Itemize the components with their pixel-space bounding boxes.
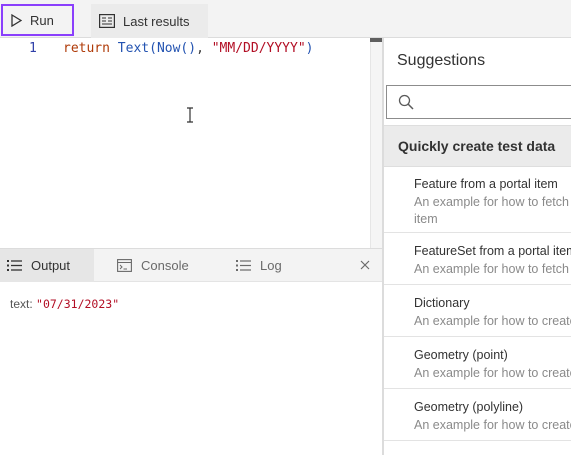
suggestion-item-desc: An example for how to create [414,418,571,432]
suggestion-group-header[interactable]: Quickly create test data [384,125,571,167]
suggestion-item-desc: An example for how to fetch [414,195,569,209]
code-keyword: return [63,41,110,56]
output-content: text: "07/31/2023" [0,282,382,455]
suggestions-title: Suggestions [397,52,486,69]
suggestions-search-input[interactable] [386,85,571,119]
toolbar: Run Last results [0,0,571,38]
tab-log[interactable]: Log [236,249,282,282]
code-function-text: Text [117,41,150,56]
suggestion-item-title: Dictionary [414,296,470,310]
tab-console[interactable]: Console [117,249,189,282]
tab-output-label: Output [31,258,71,273]
results-icon [99,14,115,28]
output-value: "07/31/2023" [36,297,120,311]
suggestion-item-desc-2: item [414,212,438,226]
text-cursor-icon [187,107,193,123]
code-function-now: Now [156,41,181,56]
suggestion-item[interactable]: FeatureSet from a portal item An example… [384,233,571,285]
suggestion-item[interactable]: Dictionary An example for how to create [384,285,571,337]
suggestion-item-title: Feature from a portal item [414,177,558,191]
log-list-icon [236,260,251,271]
tab-output[interactable]: Output [0,249,94,282]
suggestion-item-title: Geometry (point) [414,348,508,362]
suggestion-item[interactable]: Geometry (point) An example for how to c… [384,337,571,389]
play-icon [11,13,22,27]
suggestion-item[interactable]: Feature from a portal item An example fo… [384,167,571,233]
tab-log-label: Log [260,258,282,273]
suggestion-item-title: Geometry (polyline) [414,400,524,414]
suggestion-item-desc: An example for how to create [414,366,571,380]
close-icon[interactable] [358,258,372,272]
suggestion-item-desc: An example for how to create [414,314,571,328]
suggestion-group-title: Quickly create test data [398,138,556,154]
suggestion-item-title: FeatureSet from a portal item [414,244,571,258]
tab-console-label: Console [141,258,189,273]
output-tabbar: Output Console Log [0,248,382,282]
tab-last-results[interactable]: Last results [91,4,208,38]
code-paren-close: ) [305,41,314,56]
code-line[interactable]: return Text(Now(), "MM/DD/YYYY") [63,41,313,56]
search-icon [398,94,414,110]
editor-scrollbar[interactable] [370,42,382,248]
code-now-parens: () [180,41,197,56]
list-icon [7,260,22,271]
console-icon [117,259,132,272]
suggestions-panel: Suggestions Quickly create test data Fea… [382,38,571,455]
code-format-string: "MM/DD/YYYY" [211,41,306,56]
run-button[interactable]: Run [1,4,74,36]
output-result: text: "07/31/2023" [10,297,119,311]
code-comma: , [196,41,204,56]
suggestion-item[interactable]: Geometry (polyline) An example for how t… [384,389,571,441]
line-number: 1 [29,41,37,56]
output-key: text: [10,297,33,311]
code-editor[interactable]: 1 return Text(Now(), "MM/DD/YYYY") [0,38,382,248]
code-paren-open: ( [149,41,157,56]
suggestion-item-desc: An example for how to fetch [414,262,569,276]
run-label: Run [30,12,54,28]
last-results-label: Last results [123,13,190,29]
